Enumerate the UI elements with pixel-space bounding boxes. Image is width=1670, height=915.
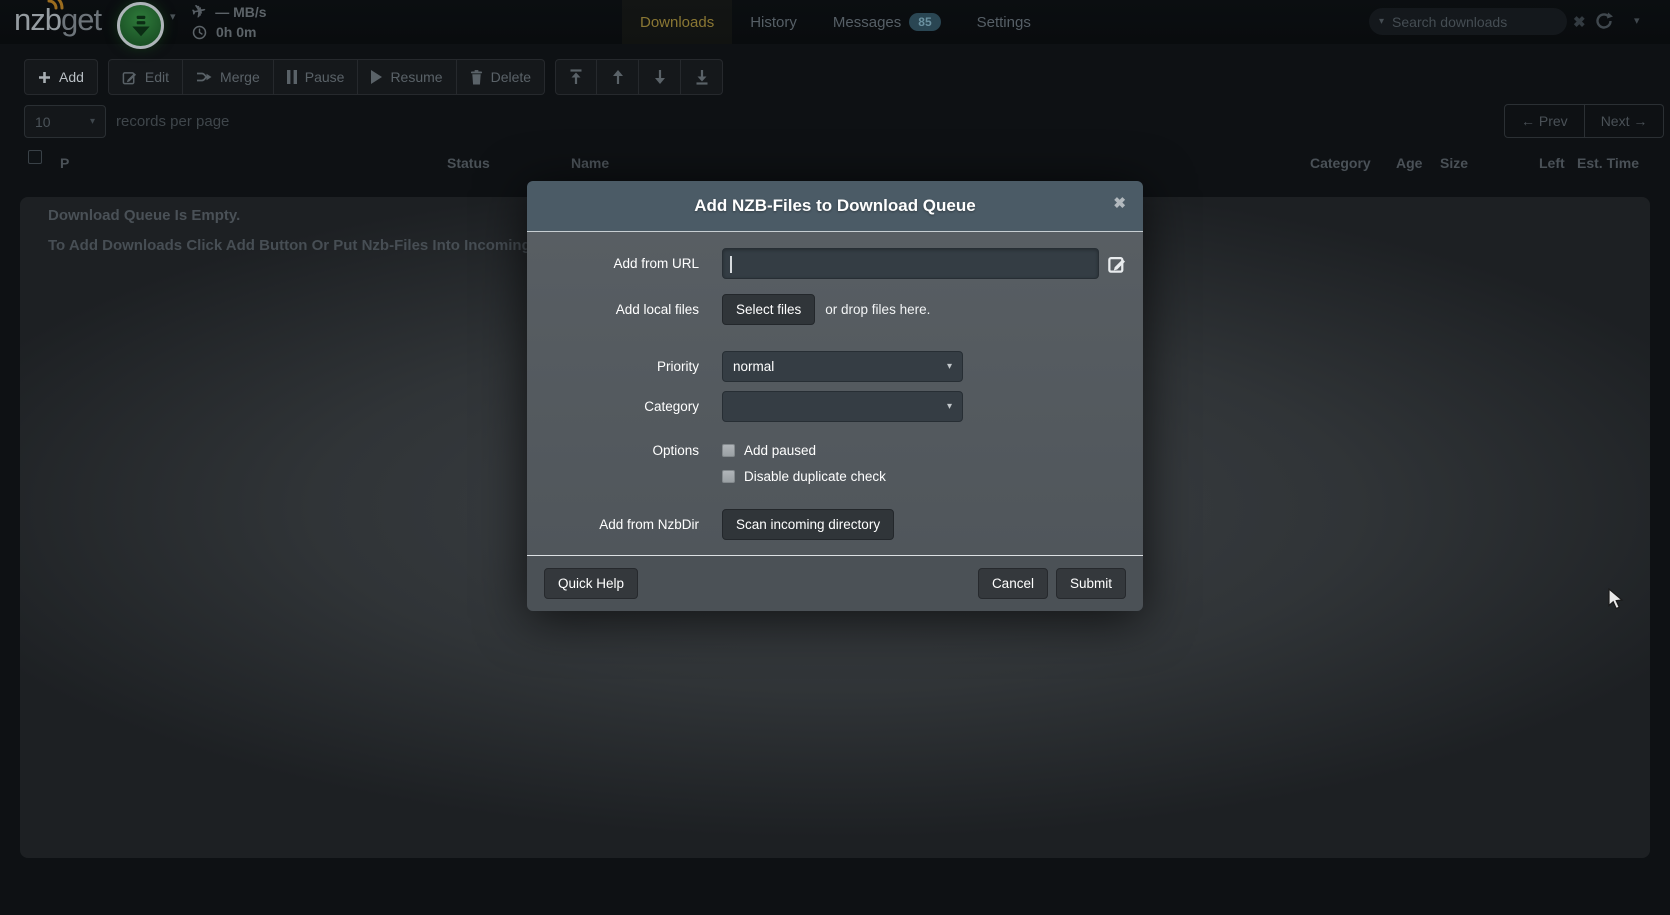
select-caret-icon: ▾ <box>947 401 952 412</box>
edit-url-icon[interactable] <box>1108 255 1126 273</box>
priority-select[interactable]: normal ▾ <box>722 351 963 382</box>
scan-incoming-directory-button[interactable]: Scan incoming directory <box>722 509 894 540</box>
drop-files-hint: or drop files here. <box>825 294 930 325</box>
local-files-row: Add local files Select files or drop fil… <box>527 294 1143 325</box>
add-nzb-modal: Add NZB-Files to Download Queue ✖ Add fr… <box>527 181 1143 611</box>
url-input[interactable] <box>722 248 1099 279</box>
category-row: Category ▾ <box>527 391 1143 422</box>
nzbdir-label: Add from NzbDir <box>527 509 699 540</box>
nzbdir-row: Add from NzbDir Scan incoming directory <box>527 509 1143 540</box>
cancel-button[interactable]: Cancel <box>978 568 1048 599</box>
select-caret-icon: ▾ <box>947 361 952 372</box>
url-label: Add from URL <box>527 248 699 279</box>
modal-body: Add from URL Add local files Select file… <box>527 232 1143 555</box>
options-row: Options Add paused Disable duplicate che… <box>527 442 1143 485</box>
local-files-label: Add local files <box>527 294 699 325</box>
priority-row: Priority normal ▾ <box>527 351 1143 382</box>
quick-help-button[interactable]: Quick Help <box>544 568 638 599</box>
submit-button[interactable]: Submit <box>1056 568 1126 599</box>
category-select[interactable]: ▾ <box>722 391 963 422</box>
modal-title: Add NZB-Files to Download Queue <box>694 196 975 216</box>
text-cursor <box>730 256 732 273</box>
add-paused-checkbox[interactable] <box>722 444 735 457</box>
options-label: Options <box>527 442 699 459</box>
modal-footer: Quick Help Cancel Submit <box>527 555 1143 611</box>
close-icon[interactable]: ✖ <box>1113 196 1126 211</box>
modal-header: Add NZB-Files to Download Queue ✖ <box>527 181 1143 232</box>
url-row: Add from URL <box>527 248 1143 279</box>
select-files-button[interactable]: Select files <box>722 294 815 325</box>
disable-duplicate-checkbox[interactable] <box>722 470 735 483</box>
mouse-cursor <box>1608 588 1625 616</box>
priority-label: Priority <box>527 351 699 382</box>
category-label: Category <box>527 391 699 422</box>
add-paused-option[interactable]: Add paused <box>722 442 816 459</box>
disable-duplicate-option[interactable]: Disable duplicate check <box>722 468 886 485</box>
